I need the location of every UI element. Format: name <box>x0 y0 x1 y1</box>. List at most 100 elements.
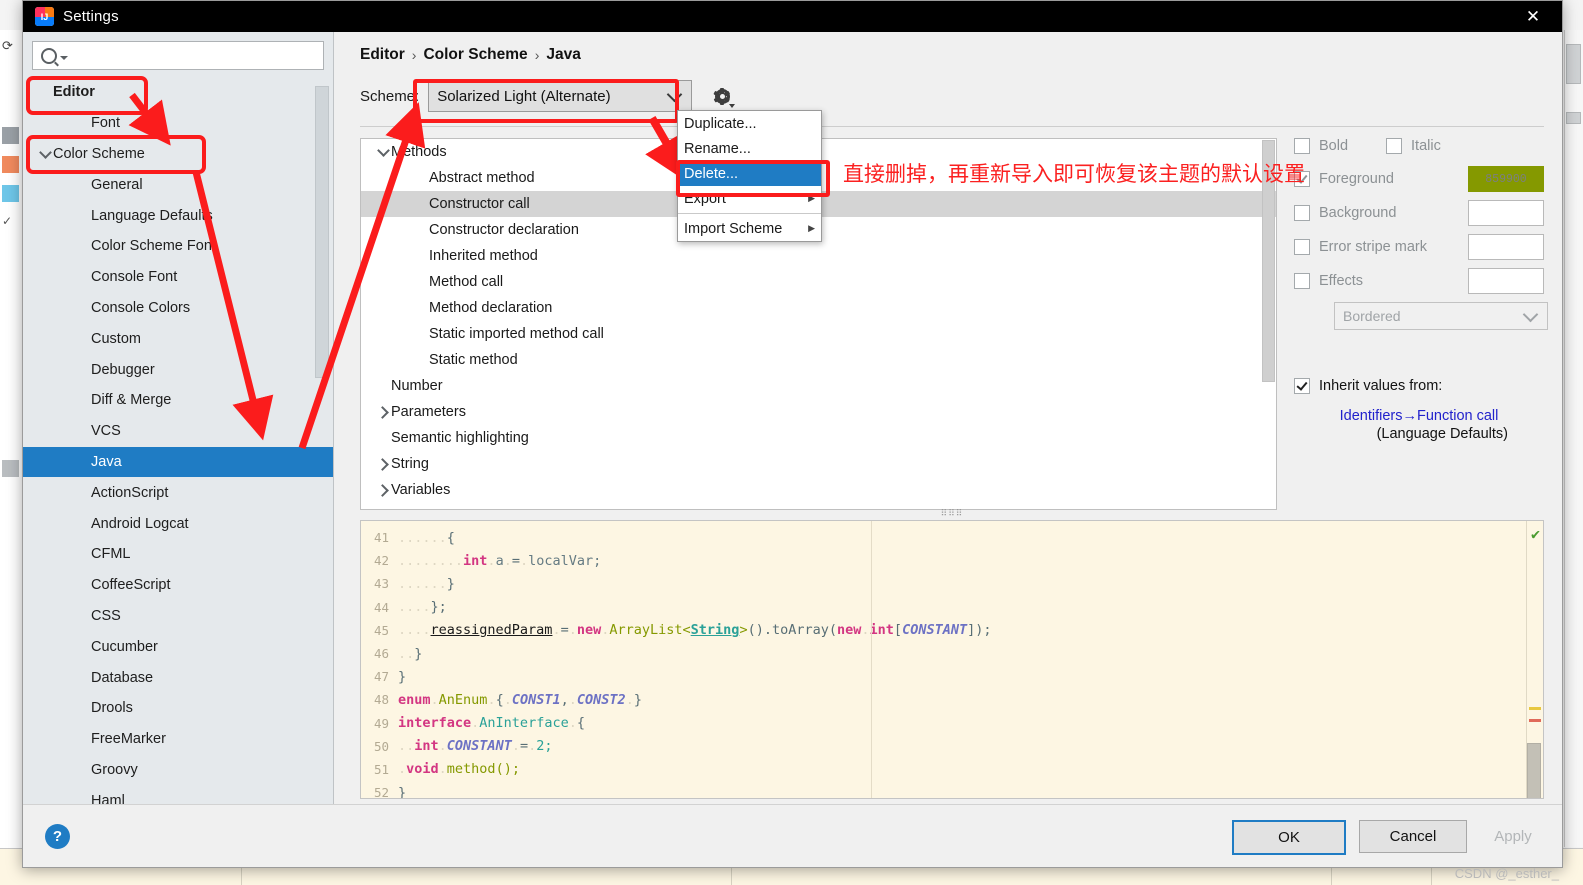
bold-checkbox[interactable] <box>1294 138 1310 154</box>
tree-row[interactable]: Static method <box>361 347 1276 373</box>
sidebar-item-drools[interactable]: Drools <box>23 693 333 724</box>
code-token: . <box>430 691 439 708</box>
error-stripe-color-swatch[interactable] <box>1468 234 1544 260</box>
line-number: 41 <box>373 530 389 546</box>
splitter-handle[interactable]: ⠿⠿⠿ <box>360 508 1544 518</box>
scheme-combobox[interactable]: Solarized Light (Alternate) <box>428 80 693 112</box>
foreground-color-swatch[interactable]: 859900 <box>1468 166 1544 192</box>
background-checkbox[interactable] <box>1294 205 1310 221</box>
preview-scrollbar-thumb[interactable] <box>1527 743 1541 798</box>
effect-type-select[interactable]: Bordered <box>1334 302 1548 330</box>
sidebar-item-actionscript[interactable]: ActionScript <box>23 477 333 508</box>
sidebar-item-cfml[interactable]: CFML <box>23 539 333 570</box>
tree-twisty[interactable] <box>375 483 391 497</box>
tree-row[interactable]: Number <box>361 373 1276 399</box>
breadcrumb-part-java[interactable]: Java <box>546 46 580 64</box>
code-token: . <box>568 622 577 639</box>
sidebar-item-debugger[interactable]: Debugger <box>23 354 333 385</box>
sidebar-item-groovy[interactable]: Groovy <box>23 755 333 786</box>
tree-twisty[interactable] <box>375 144 391 157</box>
settings-nav-list[interactable]: Editor Font Color Scheme General Language De… <box>23 77 333 804</box>
effects-row[interactable]: Effects <box>1294 268 1544 294</box>
sidebar-item-language-defaults[interactable]: Language Defaults <box>23 200 333 231</box>
menu-item-delete[interactable]: Delete... <box>678 161 821 186</box>
sidebar-item-haml[interactable]: Haml <box>23 785 333 804</box>
scheme-row: Scheme: Solarized Light (Alternate) <box>360 80 736 112</box>
scrollbar-thumb[interactable] <box>1566 44 1581 84</box>
tree-row[interactable]: Variables <box>361 477 1276 503</box>
foreground-row[interactable]: Foreground 859900 <box>1294 166 1544 192</box>
scheme-context-menu[interactable]: Duplicate... Rename... Delete... Export ▶ Imp… <box>677 110 822 242</box>
chevron-right-icon <box>375 483 389 497</box>
sidebar-item-database[interactable]: Database <box>23 662 333 693</box>
tree-twisty[interactable] <box>375 457 391 471</box>
tree-row[interactable]: Semantic highlighting <box>361 425 1276 451</box>
effect-type-value: Bordered <box>1343 308 1401 324</box>
divider <box>360 126 1544 127</box>
menu-item-rename[interactable]: Rename... <box>678 136 821 161</box>
sidebar-scrollbar-thumb[interactable] <box>315 86 329 378</box>
breadcrumb-part-color-scheme[interactable]: Color Scheme <box>423 46 527 64</box>
background-right-scrollbar[interactable] <box>1564 30 1583 847</box>
bg-icon-4 <box>2 460 19 477</box>
search-input[interactable] <box>32 41 324 70</box>
sidebar-item-editor[interactable]: Editor <box>23 77 333 108</box>
bg-icon-2 <box>2 156 19 173</box>
background-color-swatch[interactable] <box>1468 200 1544 226</box>
sidebar-item-font[interactable]: Font <box>23 108 333 139</box>
code-preview[interactable]: 41......{42........ int. a. =. localVar; 43..… <box>360 520 1544 799</box>
sidebar-item-vcs[interactable]: VCS <box>23 416 333 447</box>
sidebar-item-css[interactable]: CSS <box>23 601 333 632</box>
italic-checkbox-row[interactable]: Italic <box>1386 138 1441 154</box>
tree-twisty[interactable] <box>375 405 391 419</box>
menu-item-duplicate[interactable]: Duplicate... <box>678 111 821 136</box>
sidebar-item-label: Custom <box>91 330 141 347</box>
sidebar-item-freemarker[interactable]: FreeMarker <box>23 724 333 755</box>
help-button[interactable]: ? <box>45 824 70 849</box>
effects-color-swatch[interactable] <box>1468 268 1544 294</box>
code-token: int <box>869 622 894 639</box>
error-stripe-mark[interactable] <box>1529 719 1541 722</box>
tree-row[interactable]: Method declaration <box>361 295 1276 321</box>
breadcrumb-part-editor[interactable]: Editor <box>360 46 405 64</box>
inherit-source-link[interactable]: Identifiers→Function call <box>1294 408 1544 424</box>
background-row[interactable]: Background <box>1294 200 1544 226</box>
inherit-checkbox-row[interactable]: Inherit values from: <box>1294 378 1544 394</box>
sidebar-item-label: Android Logcat <box>91 515 189 532</box>
scheme-settings-gear-button[interactable] <box>710 84 736 108</box>
italic-checkbox[interactable] <box>1386 138 1403 154</box>
tree-row[interactable]: String <box>361 451 1276 477</box>
sidebar-item-coffeescript[interactable]: CoffeeScript <box>23 570 333 601</box>
sidebar-item-console-colors[interactable]: Console Colors <box>23 293 333 324</box>
sidebar-item-android-logcat[interactable]: Android Logcat <box>23 508 333 539</box>
menu-item-export[interactable]: Export ▶ <box>678 186 821 211</box>
sidebar-item-diff-merge[interactable]: Diff & Merge <box>23 385 333 416</box>
sidebar-item-console-font[interactable]: Console Font <box>23 262 333 293</box>
sidebar-item-cucumber[interactable]: Cucumber <box>23 631 333 662</box>
error-stripe-checkbox[interactable] <box>1294 239 1310 255</box>
close-icon[interactable]: ✕ <box>1504 1 1562 32</box>
code-error-stripe-rail[interactable]: ✔ <box>1526 521 1543 798</box>
bold-checkbox-row[interactable]: Bold <box>1294 138 1348 154</box>
warning-stripe-mark[interactable] <box>1529 707 1541 710</box>
sidebar-item-color-scheme[interactable]: Color Scheme <box>23 139 333 170</box>
sidebar-twisty[interactable] <box>37 146 53 159</box>
tree-row[interactable]: Method call <box>361 269 1276 295</box>
tree-row[interactable]: Inherited method <box>361 243 1276 269</box>
cancel-button[interactable]: Cancel <box>1359 820 1467 853</box>
menu-item-import-scheme[interactable]: Import Scheme ▶ <box>678 216 821 241</box>
sidebar-item-general[interactable]: General <box>23 169 333 200</box>
inherit-checkbox[interactable] <box>1294 378 1310 394</box>
tree-row[interactable]: Static imported method call <box>361 321 1276 347</box>
effects-checkbox[interactable] <box>1294 273 1310 289</box>
tree-row[interactable]: Parameters <box>361 399 1276 425</box>
ok-button[interactable]: OK <box>1232 820 1346 855</box>
error-stripe-row[interactable]: Error stripe mark <box>1294 234 1544 260</box>
sidebar-item-java[interactable]: Java <box>23 446 333 478</box>
code-token: . <box>601 622 610 639</box>
line-number: 43 <box>373 576 389 592</box>
code-token: ArrayList< <box>609 622 691 639</box>
sidebar-item-custom[interactable]: Custom <box>23 323 333 354</box>
sidebar-item-color-scheme-font[interactable]: Color Scheme Font <box>23 231 333 262</box>
tree-row-label: Static imported method call <box>429 326 604 342</box>
